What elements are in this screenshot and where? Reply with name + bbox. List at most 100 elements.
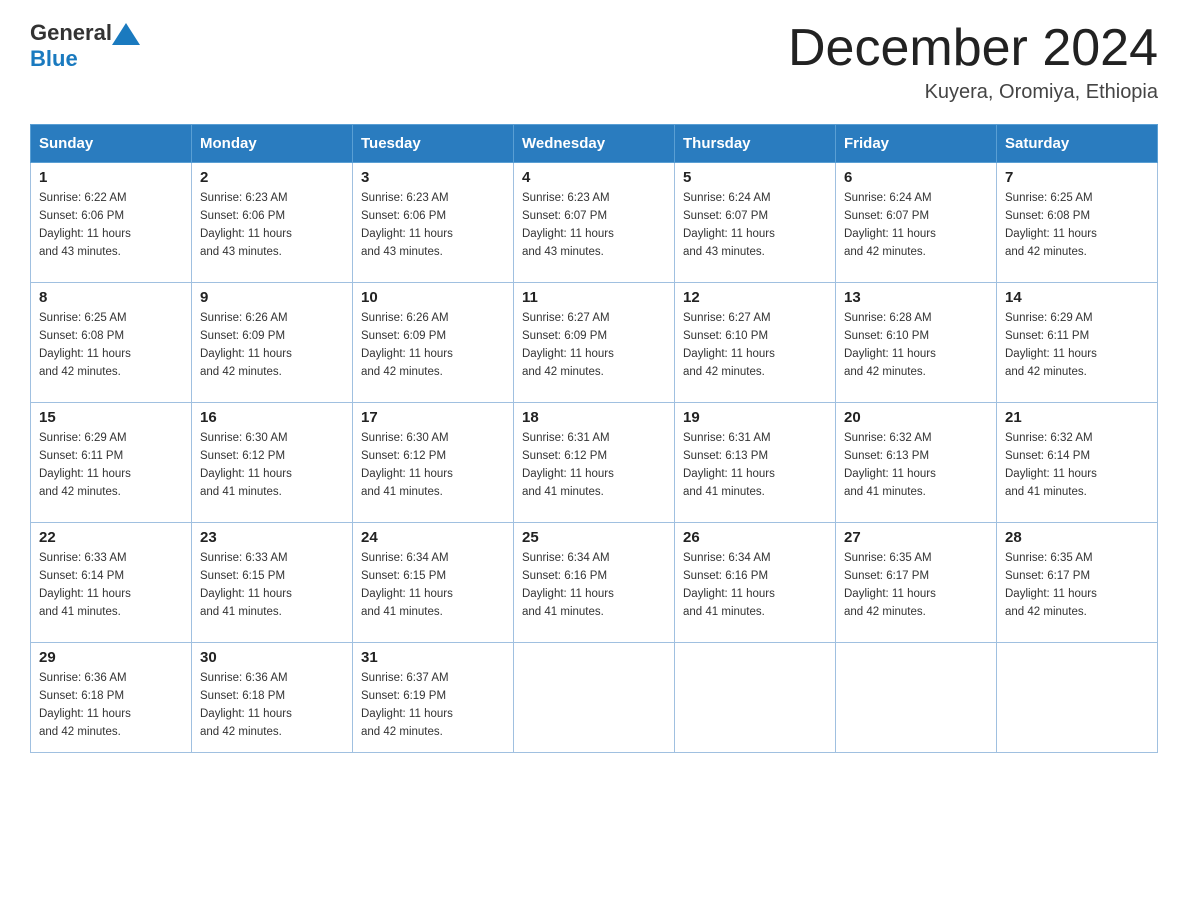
day-number: 27 (844, 529, 988, 546)
calendar-cell: 16Sunrise: 6:30 AMSunset: 6:12 PMDayligh… (192, 403, 353, 523)
day-number: 22 (39, 529, 183, 546)
day-info: Sunrise: 6:37 AMSunset: 6:19 PMDaylight:… (361, 670, 505, 741)
day-number: 15 (39, 409, 183, 426)
day-number: 16 (200, 409, 344, 426)
day-info: Sunrise: 6:28 AMSunset: 6:10 PMDaylight:… (844, 310, 988, 381)
day-info: Sunrise: 6:25 AMSunset: 6:08 PMDaylight:… (39, 310, 183, 381)
day-info: Sunrise: 6:34 AMSunset: 6:16 PMDaylight:… (522, 550, 666, 621)
calendar-week-row: 22 Sunrise: 6:33 AMSunset: 6:14 PMDayligh… (31, 523, 1158, 643)
day-info: Sunrise: 6:25 AMSunset: 6:08 PMDaylight:… (1005, 190, 1149, 261)
calendar-cell: 29Sunrise: 6:36 AMSunset: 6:18 PMDayligh… (31, 643, 192, 753)
calendar-week-row: 15 Sunrise: 6:29 AMSunset: 6:11 PMDayligh… (31, 403, 1158, 523)
location: Kuyera, Oromiya, Ethiopia (788, 81, 1158, 104)
day-info: Sunrise: 6:27 AMSunset: 6:10 PMDaylight:… (683, 310, 827, 381)
calendar-cell: 18 Sunrise: 6:31 AMSunset: 6:12 PMDayligh… (514, 403, 675, 523)
day-number: 25 (522, 529, 666, 546)
day-info: Sunrise: 6:29 AMSunset: 6:11 PMDaylight:… (39, 430, 183, 501)
calendar-cell: 23Sunrise: 6:33 AMSunset: 6:15 PMDayligh… (192, 523, 353, 643)
day-info: Sunrise: 6:35 AMSunset: 6:17 PMDaylight:… (1005, 550, 1149, 621)
day-number: 12 (683, 289, 827, 306)
calendar-cell: 12 Sunrise: 6:27 AMSunset: 6:10 PMDayligh… (675, 283, 836, 403)
day-number: 2 (200, 169, 344, 186)
logo-icon (112, 23, 140, 45)
day-number: 28 (1005, 529, 1149, 546)
calendar-cell (675, 643, 836, 753)
day-number: 3 (361, 169, 505, 186)
calendar-cell: 10 Sunrise: 6:26 AMSunset: 6:09 PMDayligh… (353, 283, 514, 403)
day-info: Sunrise: 6:26 AMSunset: 6:09 PMDaylight:… (361, 310, 505, 381)
month-title: December 2024 (788, 20, 1158, 77)
calendar-cell: 25 Sunrise: 6:34 AMSunset: 6:16 PMDayligh… (514, 523, 675, 643)
weekday-header-row: SundayMondayTuesdayWednesdayThursdayFrid… (31, 125, 1158, 163)
day-info: Sunrise: 6:31 AMSunset: 6:12 PMDaylight:… (522, 430, 666, 501)
day-number: 17 (361, 409, 505, 426)
day-info: Sunrise: 6:23 AMSunset: 6:06 PMDaylight:… (200, 190, 344, 261)
calendar-cell (514, 643, 675, 753)
day-info: Sunrise: 6:36 AMSunset: 6:18 PMDaylight:… (200, 670, 344, 741)
day-number: 29 (39, 649, 183, 666)
day-info: Sunrise: 6:27 AMSunset: 6:09 PMDaylight:… (522, 310, 666, 381)
day-number: 7 (1005, 169, 1149, 186)
calendar-cell: 22 Sunrise: 6:33 AMSunset: 6:14 PMDayligh… (31, 523, 192, 643)
day-info: Sunrise: 6:29 AMSunset: 6:11 PMDaylight:… (1005, 310, 1149, 381)
calendar-cell: 11 Sunrise: 6:27 AMSunset: 6:09 PMDayligh… (514, 283, 675, 403)
day-number: 13 (844, 289, 988, 306)
logo-general-text: General (30, 20, 112, 46)
day-number: 18 (522, 409, 666, 426)
calendar-cell: 7 Sunrise: 6:25 AMSunset: 6:08 PMDaylight… (997, 163, 1158, 283)
calendar-cell: 30 Sunrise: 6:36 AMSunset: 6:18 PMDayligh… (192, 643, 353, 753)
day-info: Sunrise: 6:32 AMSunset: 6:13 PMDaylight:… (844, 430, 988, 501)
logo-blue-text: Blue (30, 46, 140, 72)
calendar-cell: 21 Sunrise: 6:32 AMSunset: 6:14 PMDayligh… (997, 403, 1158, 523)
day-number: 31 (361, 649, 505, 666)
day-number: 26 (683, 529, 827, 546)
calendar-cell: 28 Sunrise: 6:35 AMSunset: 6:17 PMDayligh… (997, 523, 1158, 643)
day-info: Sunrise: 6:33 AMSunset: 6:14 PMDaylight:… (39, 550, 183, 621)
page-header: General Blue December 2024 Kuyera, Oromi… (30, 20, 1158, 104)
calendar-table: SundayMondayTuesdayWednesdayThursdayFrid… (30, 124, 1158, 753)
day-info: Sunrise: 6:23 AMSunset: 6:06 PMDaylight:… (361, 190, 505, 261)
day-number: 21 (1005, 409, 1149, 426)
calendar-cell: 2 Sunrise: 6:23 AMSunset: 6:06 PMDaylight… (192, 163, 353, 283)
calendar-cell: 5 Sunrise: 6:24 AMSunset: 6:07 PMDaylight… (675, 163, 836, 283)
day-number: 10 (361, 289, 505, 306)
day-number: 24 (361, 529, 505, 546)
calendar-week-row: 29 Sunrise: 6:36 AMSunset: 6:18 PMDayligh… (31, 643, 1158, 753)
day-info: Sunrise: 6:22 AMSunset: 6:06 PMDaylight:… (39, 190, 183, 261)
calendar-cell: 24Sunrise: 6:34 AMSunset: 6:15 PMDayligh… (353, 523, 514, 643)
weekday-header-thursday: Thursday (675, 125, 836, 163)
calendar-cell (997, 643, 1158, 753)
calendar-cell: 6Sunrise: 6:24 AMSunset: 6:07 PMDaylight… (836, 163, 997, 283)
day-info: Sunrise: 6:24 AMSunset: 6:07 PMDaylight:… (683, 190, 827, 261)
day-number: 30 (200, 649, 344, 666)
calendar-cell: 3 Sunrise: 6:23 AMSunset: 6:06 PMDaylight… (353, 163, 514, 283)
weekday-header-wednesday: Wednesday (514, 125, 675, 163)
calendar-week-row: 1 Sunrise: 6:22 AMSunset: 6:06 PMDaylight… (31, 163, 1158, 283)
day-number: 20 (844, 409, 988, 426)
weekday-header-saturday: Saturday (997, 125, 1158, 163)
weekday-header-tuesday: Tuesday (353, 125, 514, 163)
calendar-cell: 4 Sunrise: 6:23 AMSunset: 6:07 PMDaylight… (514, 163, 675, 283)
day-info: Sunrise: 6:30 AMSunset: 6:12 PMDaylight:… (361, 430, 505, 501)
calendar-cell: 31 Sunrise: 6:37 AMSunset: 6:19 PMDayligh… (353, 643, 514, 753)
calendar-cell (836, 643, 997, 753)
day-info: Sunrise: 6:32 AMSunset: 6:14 PMDaylight:… (1005, 430, 1149, 501)
day-info: Sunrise: 6:24 AMSunset: 6:07 PMDaylight:… (844, 190, 988, 261)
logo: General Blue (30, 20, 140, 72)
calendar-cell: 14 Sunrise: 6:29 AMSunset: 6:11 PMDayligh… (997, 283, 1158, 403)
calendar-cell: 8Sunrise: 6:25 AMSunset: 6:08 PMDaylight… (31, 283, 192, 403)
calendar-cell: 19 Sunrise: 6:31 AMSunset: 6:13 PMDayligh… (675, 403, 836, 523)
day-number: 11 (522, 289, 666, 306)
day-number: 14 (1005, 289, 1149, 306)
day-info: Sunrise: 6:31 AMSunset: 6:13 PMDaylight:… (683, 430, 827, 501)
day-info: Sunrise: 6:26 AMSunset: 6:09 PMDaylight:… (200, 310, 344, 381)
day-number: 4 (522, 169, 666, 186)
day-number: 5 (683, 169, 827, 186)
day-number: 19 (683, 409, 827, 426)
calendar-cell: 26Sunrise: 6:34 AMSunset: 6:16 PMDayligh… (675, 523, 836, 643)
title-block: December 2024 Kuyera, Oromiya, Ethiopia (788, 20, 1158, 104)
day-number: 1 (39, 169, 183, 186)
calendar-cell: 17 Sunrise: 6:30 AMSunset: 6:12 PMDayligh… (353, 403, 514, 523)
day-info: Sunrise: 6:23 AMSunset: 6:07 PMDaylight:… (522, 190, 666, 261)
calendar-cell: 13 Sunrise: 6:28 AMSunset: 6:10 PMDayligh… (836, 283, 997, 403)
